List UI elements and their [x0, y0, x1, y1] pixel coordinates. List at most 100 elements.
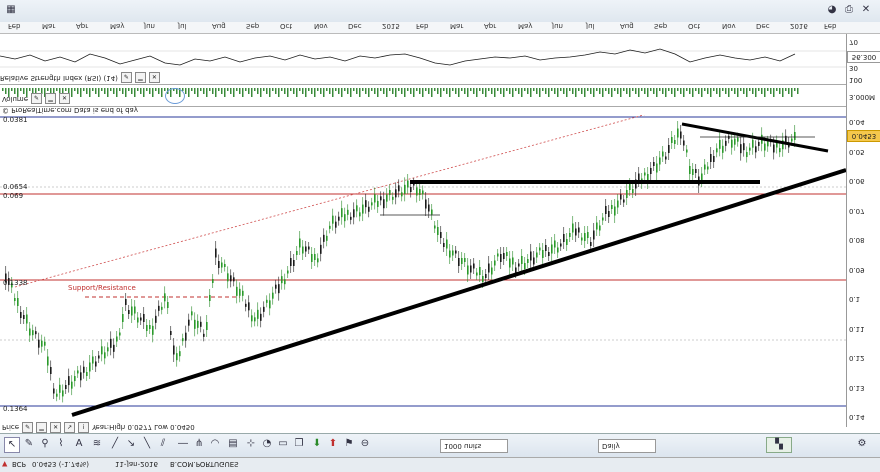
- text-icon[interactable]: A: [72, 437, 86, 451]
- arrow-up-icon[interactable]: ⬆: [326, 437, 340, 451]
- axis-tick-label: 0.05: [849, 147, 865, 156]
- price-header: Price ✎ ▁ ✕ ↗ i Year:High 0.0577 Low 0.0…: [0, 421, 195, 433]
- close-panel-icon[interactable]: ✕: [148, 72, 160, 83]
- month-label: Jul: [586, 22, 595, 30]
- zoom-select-value: 1000 units: [444, 442, 482, 450]
- label-top: 0.0381: [3, 116, 28, 124]
- close-panel-icon[interactable]: ✕: [50, 421, 62, 433]
- month-label: 2015: [382, 22, 400, 30]
- cursor-icon[interactable]: ↖: [4, 437, 20, 453]
- shapes-icon[interactable]: ▭: [276, 437, 290, 451]
- table-icon[interactable]: ▤: [226, 437, 240, 451]
- volume-title: Volume: [2, 94, 29, 103]
- axis-tick-label: 0.06: [849, 177, 865, 185]
- arc-icon[interactable]: ◠: [208, 437, 222, 451]
- status-ticker: BCP: [12, 460, 26, 468]
- hline-icon[interactable]: ―: [176, 437, 190, 451]
- fib-icon[interactable]: ≋: [90, 437, 104, 451]
- month-label: Jun: [552, 22, 563, 30]
- status-date: 11-Jan-2016: [115, 460, 158, 468]
- month-label: May: [518, 22, 533, 30]
- drawing-toolbar: ↖ ✎ ⚲ ⌇ A ≋ ╱ ↘ ╲ ⫽ ― ⋔ ◠ ▤ ⊹ ◔ ▭ ❐ ⬇ ⬆ …: [0, 433, 880, 458]
- minimize-icon[interactable]: ▁: [36, 421, 48, 433]
- settings-icon[interactable]: ✎: [120, 72, 132, 83]
- volume-header: Volume ✎ ▁ ✕: [2, 93, 71, 104]
- month-label: Sep: [654, 22, 668, 30]
- month-label: Feb: [416, 22, 429, 30]
- info-line: © ProRealTime.com Data is end of day: [2, 106, 138, 114]
- support-label: Support/Resistance: [68, 284, 136, 292]
- axis-tick-label: 0.07: [849, 206, 865, 215]
- month-label: Dec: [348, 22, 362, 30]
- rsi-level-70: 70: [849, 38, 858, 46]
- price-svg: 0.0381 0.0654 0.069 0.1338 0.1364 Suppor…: [0, 104, 847, 417]
- rsi-header: Relative Strength Index (RSI) (14) ✎ ▁ ✕: [0, 72, 300, 83]
- period-select[interactable]: Daily: [598, 439, 656, 453]
- rsi-level-30: 30: [849, 64, 858, 72]
- month-label: Aug: [620, 22, 634, 30]
- month-label: Feb: [824, 22, 837, 30]
- copy-icon[interactable]: ❐: [292, 437, 306, 451]
- label-mid2: 0.069: [3, 192, 23, 200]
- price-title: Price: [2, 423, 20, 431]
- trend-line-dotted[interactable]: [14, 104, 681, 288]
- rsi-value: 56.300: [847, 51, 880, 63]
- status-name: B.COM.PORTUGUES: [170, 460, 239, 468]
- rsi-level-100: 100: [849, 76, 863, 84]
- gann-icon[interactable]: ⊹: [244, 437, 258, 451]
- period-select-value: Daily: [602, 442, 620, 450]
- minimize-icon[interactable]: ▁: [134, 72, 146, 83]
- month-label: May: [110, 22, 125, 30]
- lock-icon[interactable]: ⊖: [358, 437, 372, 451]
- rsi-title: Relative Strength Index (RSI) (14): [0, 73, 118, 82]
- zoom-select[interactable]: 1000 units: [440, 439, 508, 453]
- segment-icon[interactable]: ╲: [140, 437, 154, 451]
- volume-panel: [0, 86, 846, 107]
- ray-icon[interactable]: ↘: [124, 437, 138, 451]
- month-label: Sep: [246, 22, 260, 30]
- close-panel-icon[interactable]: ✕: [59, 93, 71, 104]
- pitchfork-icon[interactable]: ⋔: [192, 437, 206, 451]
- settings-icon[interactable]: ✎: [22, 421, 34, 433]
- axis-tick-label: 0.13: [849, 383, 865, 392]
- axis-tick-label: 0.09: [849, 265, 865, 274]
- support-trendline[interactable]: [71, 168, 847, 417]
- expand-icon[interactable]: ↗: [64, 421, 76, 433]
- color-icon[interactable]: ◕: [825, 3, 839, 17]
- settings-gear-icon[interactable]: ⚙: [855, 437, 869, 451]
- info-icon[interactable]: i: [78, 421, 90, 433]
- brush-icon[interactable]: ⌇: [54, 437, 68, 451]
- month-label: 2016: [790, 22, 808, 30]
- label-low: 0.1338: [3, 279, 28, 287]
- close-icon[interactable]: ✕: [859, 3, 873, 17]
- arrow-down-icon[interactable]: ⬇: [310, 437, 324, 451]
- status-price: 0.0453 (-1.74%): [32, 460, 89, 468]
- month-label: Oct: [280, 22, 293, 30]
- status-bar: ▼ BCP 0.0453 (-1.74%) 11-Jan-2016 B.COM.…: [0, 457, 880, 472]
- month-label: Dec: [756, 22, 770, 30]
- month-label: Apr: [76, 22, 89, 30]
- flag-icon[interactable]: ⚑: [342, 437, 356, 451]
- minimize-icon[interactable]: ▁: [45, 93, 57, 104]
- channel-icon[interactable]: ⫽: [156, 437, 170, 451]
- date-axis: Feb Mar Apr May Jun Jul Aug Sep Oct Nov Dec 2015 Feb…: [0, 22, 880, 34]
- status-arrow-icon: ▼: [2, 460, 8, 468]
- print-icon[interactable]: ⎙: [842, 3, 856, 17]
- price-axis: 70 56.300 30 100 3.000M 0.04 0.05 0.06 0.07…: [846, 34, 880, 427]
- chart-icon[interactable]: ▦: [4, 3, 18, 17]
- axis-tick-label: 0.04: [849, 118, 865, 126]
- price-chart[interactable]: 0.0381 0.0654 0.069 0.1338 0.1364 Suppor…: [0, 104, 847, 423]
- month-label: Feb: [8, 22, 21, 30]
- clock-icon[interactable]: ◔: [260, 437, 274, 451]
- axis-tick-label: 0.12: [849, 354, 865, 362]
- magnifier-icon[interactable]: ⚲: [38, 437, 52, 451]
- settings-icon[interactable]: ✎: [31, 93, 43, 104]
- line-icon[interactable]: ╱: [108, 437, 122, 451]
- month-label: Nov: [314, 22, 328, 30]
- month-label: Aug: [212, 22, 226, 30]
- axis-tick-label: 0.14: [849, 413, 865, 421]
- month-label: Mar: [42, 22, 56, 30]
- pencil-icon[interactable]: ✎: [22, 437, 36, 451]
- indicator-icon[interactable]: ▚: [766, 437, 792, 453]
- axis-tick-label: 0.08: [849, 236, 865, 244]
